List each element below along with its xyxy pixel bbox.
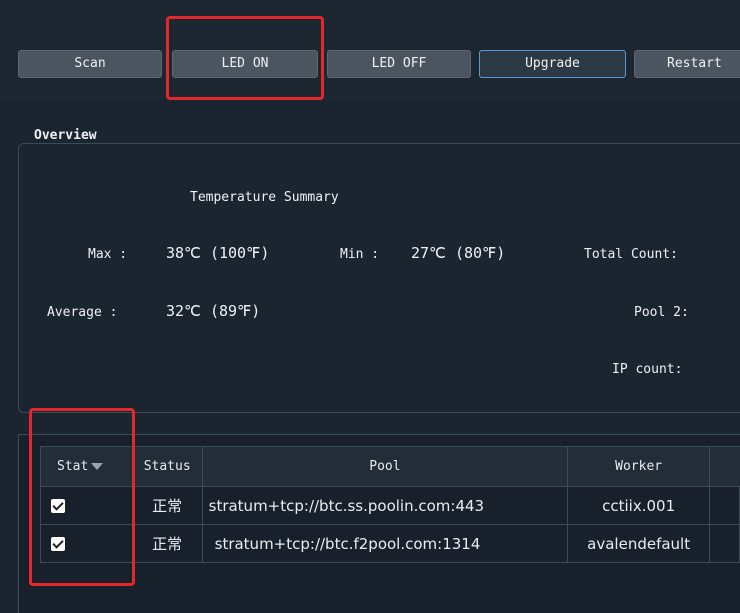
worker-cell: cctiix.001 <box>567 486 711 525</box>
total-count-label: Total Count: <box>584 247 678 262</box>
restart-button[interactable]: Restart <box>634 50 740 78</box>
min-value: 27℃ (80℉) <box>411 244 506 262</box>
sort-down-icon[interactable] <box>91 463 104 470</box>
average-label: Average : <box>47 305 118 320</box>
column-header-pool[interactable]: Pool <box>201 446 569 487</box>
pool-cell: stratum+tcp://btc.ss.poolin.com:443 <box>201 486 569 525</box>
checkbox-checked-icon[interactable] <box>51 537 65 551</box>
column-header-stat-label: Stat <box>57 459 89 474</box>
row-checkbox-cell[interactable] <box>40 486 133 525</box>
average-value: 32℃ (89℉) <box>166 302 261 320</box>
max-label: Max : <box>88 247 128 262</box>
led-off-button[interactable]: LED OFF <box>327 50 471 78</box>
worker-cell: avalendefault <box>567 524 711 563</box>
upgrade-button[interactable]: Upgrade <box>479 50 626 78</box>
extra-cell <box>709 524 740 563</box>
column-header-stat[interactable]: Stat <box>40 446 133 487</box>
temperature-summary-heading: Temperature Summary <box>190 190 339 205</box>
column-header-status[interactable]: Status <box>131 446 203 487</box>
miner-table: Stat Status Pool Worker 正常 stratum+tcp:/… <box>40 446 740 563</box>
status-cell: 正常 <box>131 524 203 563</box>
pool-cell: stratum+tcp://btc.f2pool.com:1314 <box>201 524 569 563</box>
table-row[interactable]: 正常 stratum+tcp://btc.f2pool.com:1314 ava… <box>40 524 740 563</box>
extra-cell <box>709 486 740 525</box>
min-label: Min : <box>340 247 380 262</box>
pool2-label: Pool 2: <box>634 305 689 320</box>
toolbar: Scan LED ON LED OFF Upgrade Restart <box>0 0 740 100</box>
checkbox-checked-icon[interactable] <box>51 499 65 513</box>
led-on-button[interactable]: LED ON <box>172 50 318 78</box>
max-value: 38℃ (100℉) <box>166 244 270 262</box>
status-cell: 正常 <box>131 486 203 525</box>
table-row[interactable]: 正常 stratum+tcp://btc.ss.poolin.com:443 c… <box>40 486 740 525</box>
overview-title: Overview <box>30 128 101 143</box>
row-checkbox-cell[interactable] <box>40 524 133 563</box>
column-header-worker[interactable]: Worker <box>567 446 711 487</box>
table-header-row: Stat Status Pool Worker <box>40 446 740 487</box>
column-header-extra <box>709 446 740 487</box>
ip-count-label: IP count: <box>612 362 683 377</box>
scan-button[interactable]: Scan <box>18 50 162 78</box>
